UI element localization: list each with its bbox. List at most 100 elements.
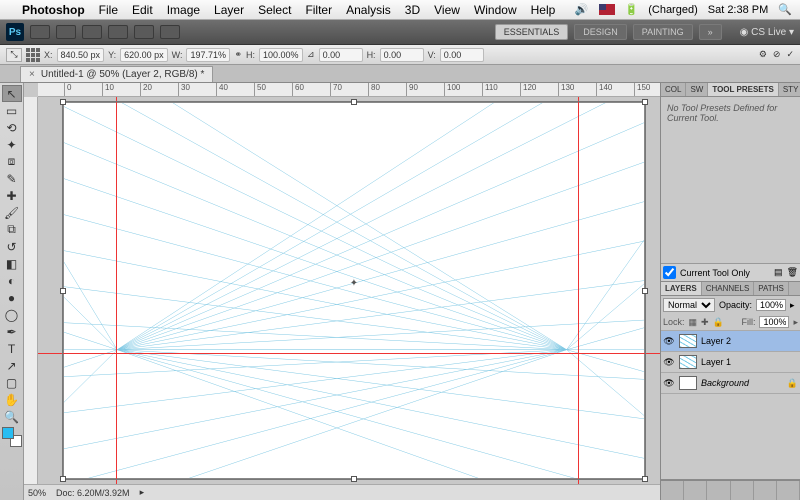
menu-analysis[interactable]: Analysis (346, 3, 391, 17)
hand-tool-icon[interactable]: ✋ (2, 391, 22, 408)
layer-name[interactable]: Layer 2 (701, 336, 731, 346)
menu-help[interactable]: Help (531, 3, 556, 17)
zoom-display[interactable]: 50% (28, 488, 46, 498)
link-wh-icon[interactable]: ⚭ (234, 49, 242, 60)
transform-bounding-box[interactable]: ✦ (62, 101, 646, 480)
canvas-stage[interactable]: ✦ (38, 97, 660, 484)
menu-select[interactable]: Select (258, 3, 291, 17)
search-panels-icon[interactable]: » (699, 24, 722, 40)
collapsed-panel-icon[interactable] (661, 481, 684, 500)
layer-name[interactable]: Layer 1 (701, 357, 731, 367)
commit-transform-icon[interactable]: ✓ (786, 49, 794, 60)
ruler-horizontal[interactable]: 0 10 20 30 40 50 60 70 80 90 100 110 120… (38, 83, 660, 97)
y-field[interactable]: 620.00 px (124, 50, 164, 60)
blur-tool-icon[interactable]: ● (2, 289, 22, 306)
screen-mode-icon[interactable] (160, 25, 180, 39)
arrange-docs-icon[interactable] (134, 25, 154, 39)
collapsed-panel-icon[interactable] (707, 481, 730, 500)
fill-field[interactable] (759, 316, 789, 328)
x-field[interactable]: 840.50 px (61, 50, 101, 60)
tab-styles[interactable]: STY (779, 83, 800, 96)
foreground-swatch[interactable] (2, 427, 14, 439)
app-logo-icon[interactable]: Ps (6, 23, 24, 41)
handle-top-left[interactable] (60, 99, 66, 105)
layer-row[interactable]: 👁 Layer 1 (661, 352, 800, 373)
wand-tool-icon[interactable]: ✦ (2, 136, 22, 153)
handle-left[interactable] (60, 288, 66, 294)
handle-bottom-left[interactable] (60, 476, 66, 482)
view-extras-icon[interactable] (82, 25, 102, 39)
spotlight-icon[interactable]: 🔍 (778, 3, 792, 16)
transform-center-icon[interactable]: ✦ (349, 278, 359, 288)
collapsed-panel-icon[interactable] (731, 481, 754, 500)
collapsed-panels[interactable] (661, 480, 800, 500)
lasso-tool-icon[interactable]: ⟲ (2, 119, 22, 136)
dodge-tool-icon[interactable]: ◯ (2, 306, 22, 323)
tab-tool-presets[interactable]: TOOL PRESETS (708, 83, 779, 96)
lock-all-icon[interactable]: 🔒 (713, 317, 724, 328)
warp-mode-icon[interactable]: ⚙ (759, 49, 767, 60)
delete-preset-icon[interactable]: 🗑 (787, 267, 798, 278)
eyedropper-tool-icon[interactable]: ✎ (2, 170, 22, 187)
layer-thumb[interactable] (679, 334, 697, 348)
current-tool-only-checkbox[interactable] (663, 266, 676, 279)
menu-edit[interactable]: Edit (132, 3, 153, 17)
visibility-icon[interactable]: 👁 (663, 357, 675, 368)
marquee-tool-icon[interactable]: ▭ (2, 102, 22, 119)
document-tab[interactable]: × Untitled-1 @ 50% (Layer 2, RGB/8) * (20, 66, 213, 82)
crop-tool-icon[interactable]: ⧈ (2, 153, 22, 170)
blend-mode-select[interactable]: Normal (663, 298, 715, 312)
layer-row[interactable]: 👁 Background 🔒 (661, 373, 800, 394)
type-tool-icon[interactable]: T (2, 340, 22, 357)
shape-tool-icon[interactable]: ▢ (2, 374, 22, 391)
layer-thumb[interactable] (679, 355, 697, 369)
minibridge-icon[interactable] (56, 25, 76, 39)
workspace-design[interactable]: DESIGN (574, 24, 627, 40)
new-preset-icon[interactable]: ▤ (774, 267, 783, 278)
menu-window[interactable]: Window (474, 3, 517, 17)
reference-point-icon[interactable] (26, 48, 40, 62)
close-tab-icon[interactable]: × (29, 69, 35, 80)
layer-row[interactable]: 👁 Layer 2 (661, 331, 800, 352)
handle-bottom-right[interactable] (642, 476, 648, 482)
stamp-tool-icon[interactable]: ⧉ (2, 221, 22, 238)
visibility-icon[interactable]: 👁 (663, 378, 675, 389)
tab-swatches[interactable]: SW (686, 83, 708, 96)
volume-icon[interactable]: 🔊 (575, 3, 589, 16)
handle-bottom[interactable] (351, 476, 357, 482)
bridge-icon[interactable] (30, 25, 50, 39)
cancel-transform-icon[interactable]: ⊘ (773, 49, 781, 60)
h-field[interactable]: 100.00% (263, 50, 299, 60)
lock-position-icon[interactable]: ✚ (701, 317, 709, 328)
menu-image[interactable]: Image (167, 3, 200, 17)
workspace-painting[interactable]: PAINTING (633, 24, 693, 40)
menu-layer[interactable]: Layer (214, 3, 244, 17)
gradient-tool-icon[interactable]: ◐ (2, 272, 22, 289)
tab-layers[interactable]: LAYERS (661, 282, 702, 295)
handle-top[interactable] (351, 99, 357, 105)
input-flag-icon[interactable] (599, 4, 615, 15)
cs-live-button[interactable]: ◉ CS Live ▾ (740, 27, 794, 38)
layer-thumb[interactable] (679, 376, 697, 390)
angle-field[interactable]: 0.00 (323, 50, 359, 60)
battery-icon[interactable]: 🔋 (625, 3, 639, 16)
heal-tool-icon[interactable]: ✚ (2, 187, 22, 204)
history-brush-tool-icon[interactable]: ↺ (2, 238, 22, 255)
handle-right[interactable] (642, 288, 648, 294)
menu-file[interactable]: File (99, 3, 118, 17)
vskew-field[interactable]: 0.00 (444, 50, 480, 60)
lock-pixels-icon[interactable]: ▦ (689, 317, 698, 328)
zoom-tool-icon[interactable]: 🔍 (2, 408, 22, 425)
pen-tool-icon[interactable]: ✒ (2, 323, 22, 340)
w-field[interactable]: 197.71% (190, 50, 226, 60)
status-menu-icon[interactable]: ▸ (140, 487, 145, 498)
brush-tool-icon[interactable]: 🖌 (2, 204, 22, 221)
collapsed-panel-icon[interactable] (777, 481, 800, 500)
visibility-icon[interactable]: 👁 (663, 336, 675, 347)
collapsed-panel-icon[interactable] (684, 481, 707, 500)
layer-name[interactable]: Background (701, 378, 749, 388)
app-name[interactable]: Photoshop (22, 3, 85, 17)
opacity-field[interactable] (756, 299, 786, 311)
collapsed-panel-icon[interactable] (754, 481, 777, 500)
workspace-essentials[interactable]: ESSENTIALS (495, 24, 569, 40)
